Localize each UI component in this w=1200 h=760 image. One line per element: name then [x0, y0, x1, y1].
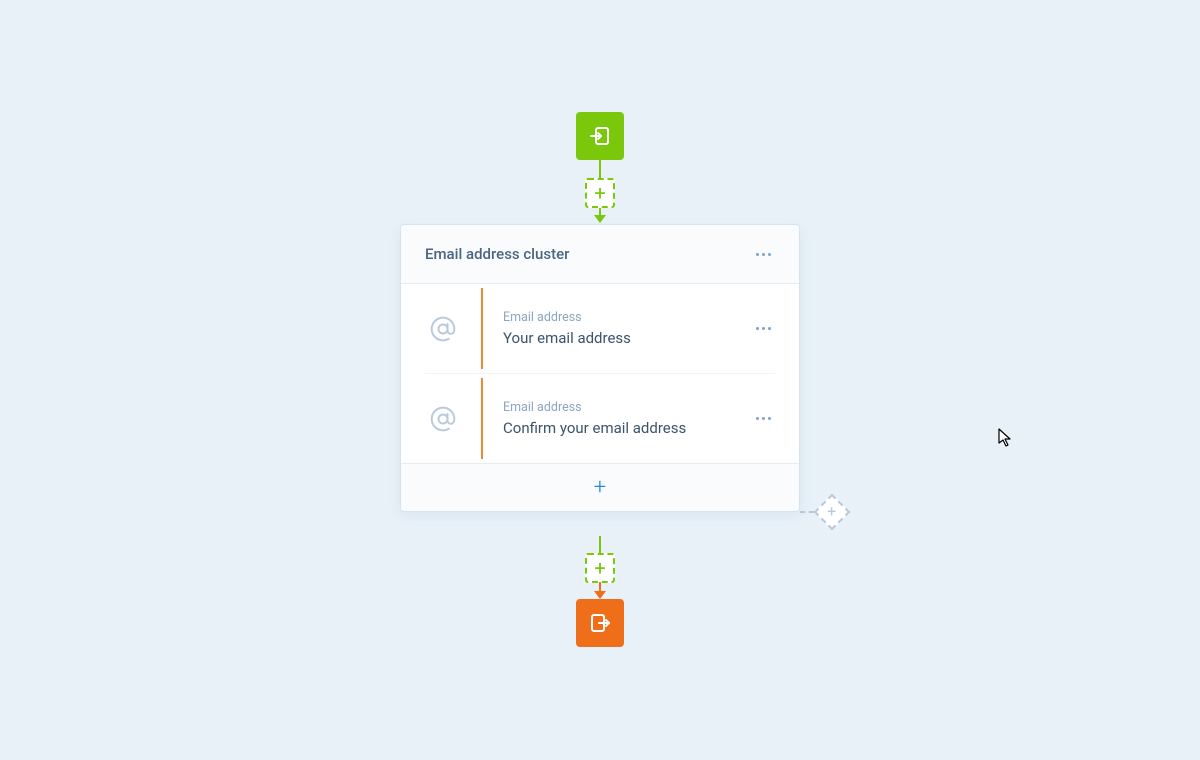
field-type-label: Email address [503, 400, 732, 415]
cluster-header: Email address cluster [401, 225, 799, 284]
plus-icon: + [594, 558, 605, 578]
arrow-down-icon [594, 591, 606, 599]
start-node[interactable] [576, 112, 624, 160]
plus-icon: + [594, 183, 605, 203]
plus-icon: + [594, 477, 606, 499]
dot-icon [768, 417, 771, 420]
flow-canvas[interactable]: + Email address cluster [0, 0, 1200, 760]
add-field-button[interactable]: + [401, 463, 799, 511]
cluster-body: Email address Your email address [401, 284, 799, 463]
dot-icon [756, 327, 759, 330]
cluster-card[interactable]: Email address cluster Email address Y [400, 224, 800, 512]
dot-icon [762, 253, 765, 256]
field-title: Confirm your email address [503, 419, 732, 437]
insert-node-top[interactable]: + [585, 178, 615, 208]
plus-icon: + [827, 504, 836, 520]
field-text: Email address Confirm your email address [503, 400, 732, 437]
field-more-button[interactable] [752, 413, 775, 424]
field-more-button[interactable] [752, 323, 775, 334]
branch-connector-line [800, 511, 814, 513]
connector-line [599, 536, 601, 553]
cluster-title: Email address cluster [425, 245, 569, 263]
at-sign-icon [425, 401, 461, 437]
arrow-down-icon [594, 215, 606, 223]
end-node[interactable] [576, 599, 624, 647]
field-type-label: Email address [503, 310, 732, 325]
field-title: Your email address [503, 329, 732, 347]
field-row[interactable]: Email address Your email address [425, 284, 775, 374]
dot-icon [756, 417, 759, 420]
dot-icon [756, 253, 759, 256]
entry-icon [588, 124, 612, 148]
field-accent-bar [481, 288, 483, 369]
field-text: Email address Your email address [503, 310, 732, 347]
field-accent-bar [481, 378, 483, 459]
cluster-more-button[interactable] [752, 249, 775, 260]
insert-node-bottom[interactable]: + [585, 553, 615, 583]
dot-icon [768, 253, 771, 256]
dot-icon [762, 417, 765, 420]
exit-icon [588, 611, 612, 635]
add-branch-button[interactable]: + [814, 494, 850, 530]
field-row[interactable]: Email address Confirm your email address [425, 374, 775, 463]
dot-icon [768, 327, 771, 330]
connector-line [599, 160, 601, 178]
at-sign-icon [425, 311, 461, 347]
dot-icon [762, 327, 765, 330]
mouse-cursor-icon [998, 428, 1014, 452]
